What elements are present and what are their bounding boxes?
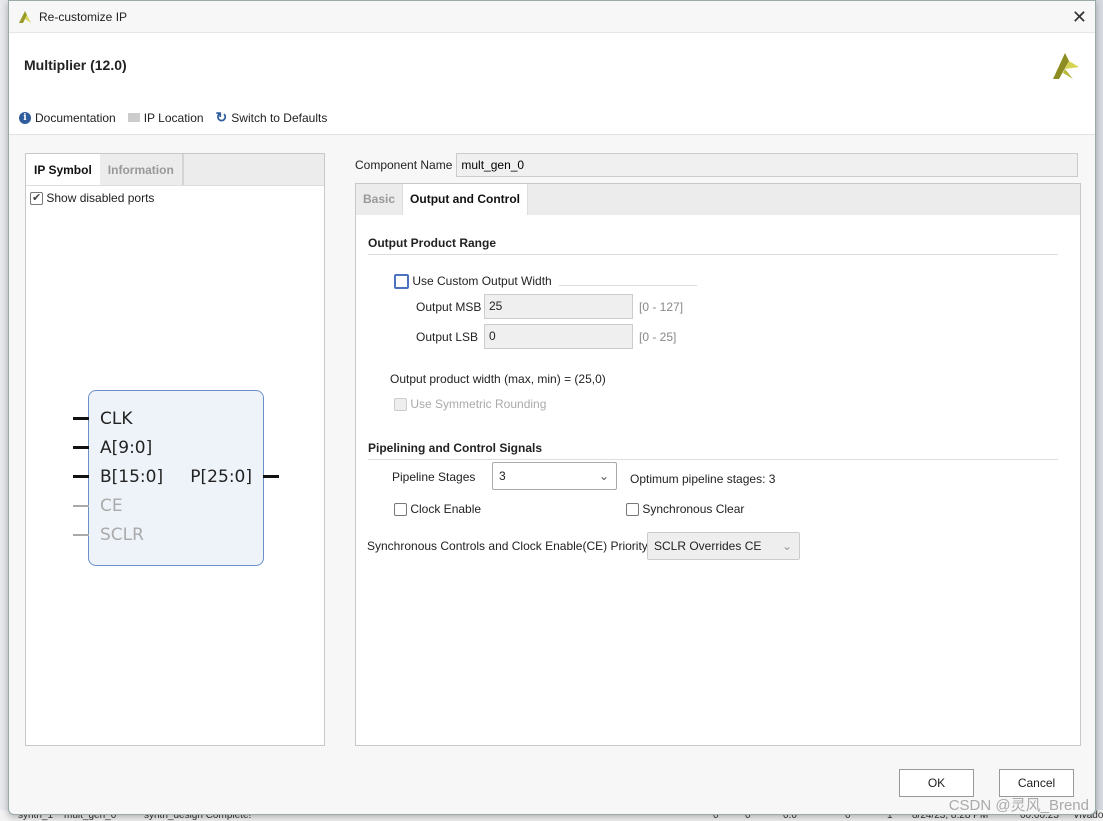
lsb-range: [0 - 25] bbox=[639, 330, 677, 344]
pipeline-stages-label: Pipeline Stages bbox=[392, 470, 476, 484]
ip-symbol-block: CLK A[9:0] B[15:0] CE SCLR P[25:0] bbox=[73, 390, 279, 566]
documentation-label: Documentation bbox=[35, 110, 116, 125]
output-msb-label: Output MSB bbox=[416, 300, 482, 314]
output-lsb-input[interactable]: 0 bbox=[484, 324, 633, 349]
chevron-down-icon: ⌄ bbox=[598, 469, 609, 483]
switch-defaults-label: Switch to Defaults bbox=[231, 110, 328, 125]
symmetric-rounding-checkbox[interactable]: Use Symmetric Rounding bbox=[394, 397, 547, 412]
output-range-heading: Output Product Range bbox=[368, 236, 1058, 255]
configuration-panel: Component Name Basic Output and Control … bbox=[355, 151, 1081, 747]
watermark: CSDN @灵风_Brend bbox=[948, 797, 1089, 814]
output-width-text: Output product width (max, min) = (25,0) bbox=[390, 372, 606, 386]
tab-ip-symbol[interactable]: IP Symbol bbox=[26, 154, 100, 185]
priority-value: SCLR Overrides CE bbox=[654, 539, 762, 553]
priority-select[interactable]: SCLR Overrides CE ⌄ bbox=[647, 532, 800, 560]
toolbar: i Documentation IP Location ↻ Switch to De… bbox=[9, 101, 1095, 135]
chevron-down-icon: ⌄ bbox=[781, 539, 792, 553]
pipeline-heading: Pipelining and Control Signals bbox=[368, 441, 1058, 460]
synchronous-clear-checkbox[interactable]: Synchronous Clear bbox=[626, 502, 745, 517]
output-lsb-label: Output LSB bbox=[416, 330, 479, 344]
recustomize-ip-dialog: Re-customize IP ✕ Multiplier (12.0) i Doc… bbox=[8, 0, 1096, 815]
component-name-input[interactable] bbox=[456, 153, 1079, 177]
clock-enable-label: Clock Enable bbox=[410, 502, 482, 516]
sync-clear-label: Synchronous Clear bbox=[642, 502, 745, 516]
ip-symbol-panel: IP Symbol Information Show disabled port… bbox=[25, 153, 325, 746]
port-ce: CE bbox=[100, 496, 123, 516]
pipeline-stages-select[interactable]: 3 ⌄ bbox=[492, 462, 617, 490]
cancel-button[interactable]: Cancel bbox=[999, 769, 1074, 797]
tab-output-and-control[interactable]: Output and Control bbox=[402, 184, 529, 215]
symmetric-rounding-label: Use Symmetric Rounding bbox=[410, 397, 547, 411]
port-p: P[25:0] bbox=[190, 467, 252, 487]
show-disabled-label: Show disabled ports bbox=[46, 191, 155, 205]
port-sclr: SCLR bbox=[100, 525, 144, 545]
checkbox-checked[interactable] bbox=[30, 191, 43, 206]
show-disabled-ports-checkbox[interactable]: Show disabled ports bbox=[26, 186, 324, 210]
component-name-label: Component Name bbox=[355, 158, 453, 172]
tab-information[interactable]: Information bbox=[100, 154, 184, 185]
refresh-icon: ↻ bbox=[215, 109, 228, 125]
ip-name: Multiplier (12.0) bbox=[24, 57, 127, 73]
vivado-logo-icon bbox=[19, 10, 31, 23]
pipeline-stages-value: 3 bbox=[499, 469, 506, 483]
close-icon[interactable]: ✕ bbox=[1072, 7, 1087, 28]
switch-defaults-button[interactable]: ↻ Switch to Defaults bbox=[216, 109, 328, 126]
header: Multiplier (12.0) bbox=[9, 33, 1095, 101]
tab-basic[interactable]: Basic bbox=[356, 184, 402, 215]
custom-output-width-checkbox[interactable]: Use Custom Output Width bbox=[394, 274, 552, 290]
port-b: B[15:0] bbox=[100, 467, 164, 487]
documentation-button[interactable]: i Documentation bbox=[19, 111, 116, 125]
ip-location-button[interactable]: IP Location bbox=[127, 110, 204, 125]
window-title: Re-customize IP bbox=[39, 9, 128, 24]
priority-label: Synchronous Controls and Clock Enable(CE… bbox=[367, 539, 648, 553]
optimum-stages-text: Optimum pipeline stages: 3 bbox=[630, 472, 776, 486]
port-a: A[9:0] bbox=[100, 438, 153, 458]
info-icon: i bbox=[19, 111, 31, 124]
ok-button[interactable]: OK bbox=[899, 769, 974, 797]
custom-width-label: Use Custom Output Width bbox=[412, 274, 552, 288]
msb-range: [0 - 127] bbox=[639, 300, 684, 314]
clock-enable-checkbox[interactable]: Clock Enable bbox=[394, 502, 482, 517]
xilinx-logo-icon bbox=[1053, 53, 1079, 79]
divider bbox=[559, 285, 697, 286]
folder-icon bbox=[127, 113, 140, 122]
title-bar: Re-customize IP ✕ bbox=[9, 1, 1095, 33]
port-clk: CLK bbox=[100, 409, 133, 429]
ip-location-label: IP Location bbox=[143, 110, 204, 125]
output-msb-input[interactable]: 25 bbox=[484, 294, 633, 319]
